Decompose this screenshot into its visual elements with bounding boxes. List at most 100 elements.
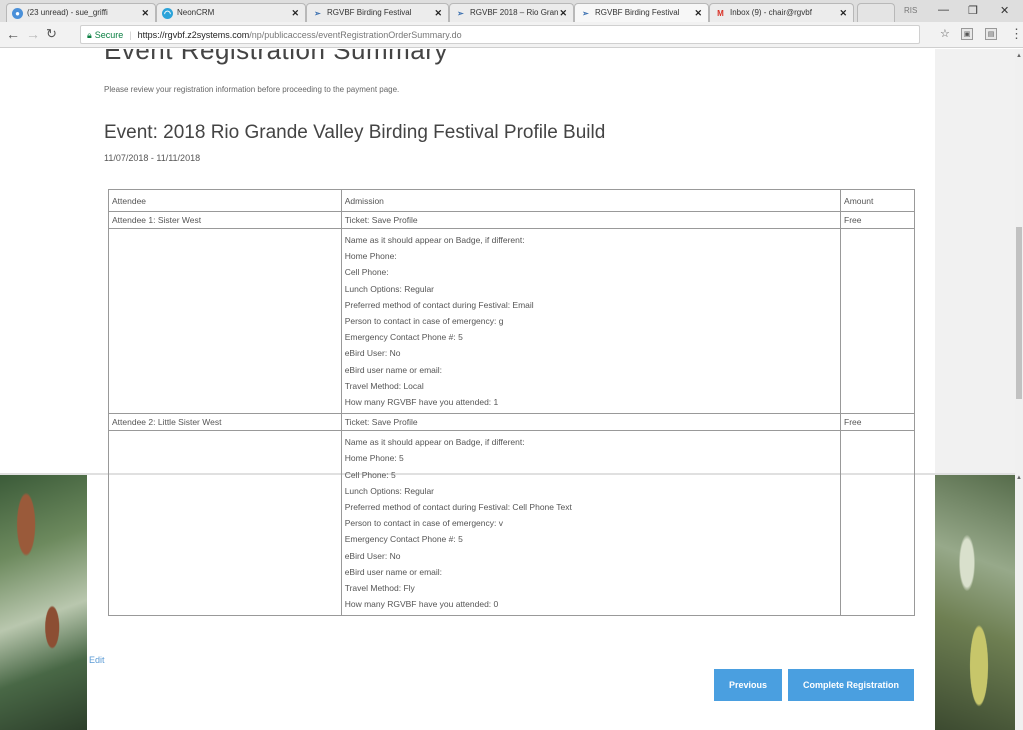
background-photo-left (0, 473, 87, 730)
detail-line: How many RGVBF have you attended: 0 (344, 599, 499, 610)
tab-title: RGVBF Birding Festival (595, 8, 680, 17)
maximize-icon[interactable]: ❐ (968, 4, 978, 17)
edit-link[interactable]: Edit (89, 655, 105, 665)
minimize-icon[interactable]: — (938, 4, 949, 16)
attendee-details: Name as it should appear on Badge, if di… (340, 227, 842, 415)
rgvbf-bird-icon: ➣ (582, 9, 589, 18)
close-icon[interactable]: ✕ (291, 8, 299, 19)
vertical-scrollbar[interactable]: ▲ ▲ (1015, 49, 1023, 730)
detail-line: Name as it should appear on Badge, if di… (344, 235, 525, 245)
ticket-type: Ticket: Save Profile (340, 211, 842, 229)
lock-icon: 🔒︎ (87, 30, 92, 40)
page-title: Event Registration Summary (104, 49, 448, 65)
address-bar[interactable]: 🔒︎ Secure | https://rgvbf.z2systems.com/np/… (80, 25, 920, 44)
browser-tab[interactable]: ◠ NeonCRM ✕ (156, 3, 306, 22)
amount: Free (840, 413, 915, 432)
detail-line: eBird user name or email: (344, 566, 443, 577)
close-icon[interactable]: ✕ (839, 8, 847, 19)
detail-line: eBird User: No (344, 550, 401, 561)
page-side-panel (935, 49, 1015, 473)
attendee-name: Attendee 2: Little Sister West (108, 413, 342, 432)
table-row: Name as it should appear on Badge, if di… (108, 227, 915, 415)
profile-label[interactable]: RIS (904, 6, 917, 15)
detail-line: eBird user name or email: (344, 364, 443, 375)
scroll-up-icon[interactable]: ▲ (1016, 53, 1022, 59)
browser-tab[interactable]: ● (23 unread) - sue_griffi ✕ (6, 3, 156, 22)
detail-line: Preferred method of contact during Festi… (344, 502, 572, 513)
registration-table: Attendee Admission Amount Attendee 1: Si… (108, 189, 915, 617)
detail-line: eBird User: No (344, 348, 401, 359)
ticket-type: Ticket: Save Profile (340, 413, 842, 432)
new-tab-button[interactable] (857, 3, 895, 22)
rgvbf-bird-icon: ➣ (457, 9, 464, 18)
detail-line: Cell Phone: 5 (344, 469, 396, 480)
table-row: Attendee 2: Little Sister West Ticket: S… (108, 413, 915, 432)
scroll-up-icon[interactable]: ▲ (1016, 475, 1022, 481)
url-path: /np/publicaccess/eventRegistrationOrderS… (249, 30, 462, 40)
amount: Free (840, 211, 915, 229)
browser-tab[interactable]: M Inbox (9) - chair@rgvbf ✕ (709, 3, 854, 22)
tab-title: RGVBF Birding Festival (327, 8, 412, 17)
browser-tab-active[interactable]: ➣ RGVBF Birding Festival ✕ (574, 3, 709, 23)
window-close-icon[interactable]: ✕ (1000, 4, 1009, 17)
extension-icon[interactable]: ▣ (961, 28, 973, 40)
close-icon[interactable]: ✕ (559, 8, 567, 19)
empty-cell (840, 430, 915, 617)
detail-line: Home Phone: (344, 251, 397, 262)
detail-line: Lunch Options: Regular (344, 283, 435, 294)
bookmark-star-icon[interactable]: ☆ (940, 27, 950, 40)
browser-tab[interactable]: ➣ RGVBF Birding Festival ✕ (306, 3, 449, 22)
empty-cell (840, 227, 915, 415)
background-photo-right (935, 473, 1015, 730)
tab-title: NeonCRM (177, 8, 215, 17)
gmail-icon: M (717, 9, 724, 18)
neoncrm-icon: ◠ (162, 8, 173, 19)
detail-line: Cell Phone: (344, 267, 389, 278)
table-row: Attendee 1: Sister West Ticket: Save Pro… (108, 211, 915, 229)
event-title: Event: 2018 Rio Grande Valley Birding Fe… (104, 122, 606, 143)
detail-line: Emergency Contact Phone #: 5 (344, 534, 463, 545)
tab-title: Inbox (9) - chair@rgvbf (730, 8, 812, 17)
previous-button[interactable]: Previous (714, 669, 782, 701)
detail-line: Person to contact in case of emergency: … (344, 518, 503, 529)
column-header-admission: Admission (340, 189, 842, 212)
detail-line: Travel Method: Local (344, 380, 424, 391)
table-row: Name as it should appear on Badge, if di… (108, 430, 915, 617)
browser-toolbar: ← → ↻ 🔒︎ Secure | https://rgvbf.z2systems.c… (0, 22, 1023, 48)
empty-cell (108, 430, 342, 617)
detail-line: How many RGVBF have you attended: 1 (344, 397, 499, 408)
scrollbar-thumb[interactable] (1016, 227, 1022, 399)
forward-arrow-icon[interactable]: → (26, 26, 40, 42)
extension-icon[interactable]: ▤ (985, 28, 997, 40)
table-header-row: Attendee Admission Amount (108, 189, 915, 212)
close-icon[interactable]: ✕ (141, 8, 149, 19)
back-arrow-icon[interactable]: ← (6, 26, 20, 42)
empty-cell (108, 227, 342, 415)
detail-line: Person to contact in case of emergency: … (344, 316, 504, 327)
column-header-amount: Amount (840, 189, 915, 212)
url-separator: | (129, 30, 132, 40)
browser-tab-strip: ● (23 unread) - sue_griffi ✕ ◠ NeonCRM ✕… (0, 0, 1023, 23)
tab-title: RGVBF 2018 – Rio Gran (470, 8, 559, 17)
close-icon[interactable]: ✕ (694, 8, 702, 19)
detail-line: Travel Method: Fly (344, 583, 415, 594)
complete-registration-button[interactable]: Complete Registration (788, 669, 914, 701)
detail-line: Name as it should appear on Badge, if di… (344, 437, 525, 448)
secure-label: Secure (94, 30, 124, 40)
column-header-attendee: Attendee (108, 189, 342, 212)
attendee-details: Name as it should appear on Badge, if di… (340, 430, 842, 617)
browser-tab[interactable]: ➣ RGVBF 2018 – Rio Gran ✕ (449, 3, 574, 22)
detail-line: Lunch Options: Regular (344, 485, 435, 496)
detail-line: Home Phone: 5 (344, 453, 404, 464)
page-viewport: Event Registration Summary Please review… (0, 49, 1023, 730)
tab-title: (23 unread) - sue_griffi (27, 8, 108, 17)
browser-menu-icon[interactable]: ⋮ (1010, 26, 1023, 42)
rgvbf-bird-icon: ➣ (314, 9, 321, 18)
close-icon[interactable]: ✕ (434, 8, 442, 19)
reload-icon[interactable]: ↻ (46, 26, 57, 42)
review-instructions: Please review your registration informat… (104, 85, 400, 94)
yahoo-mail-icon: ● (12, 8, 23, 19)
event-dates: 11/07/2018 - 11/11/2018 (104, 153, 201, 163)
attendee-name: Attendee 1: Sister West (108, 211, 342, 229)
detail-line: Preferred method of contact during Festi… (344, 299, 534, 310)
